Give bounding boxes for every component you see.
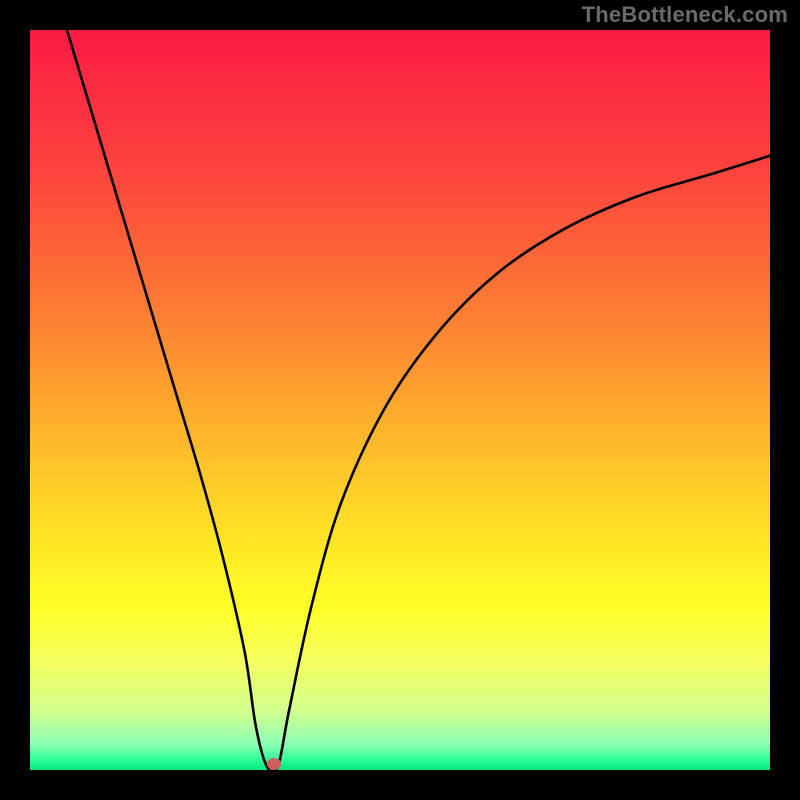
plot-area: [30, 30, 770, 770]
marker-dot: [267, 758, 281, 770]
watermark-text: TheBottleneck.com: [582, 2, 788, 28]
bottleneck-curve: [30, 30, 770, 770]
chart-frame: TheBottleneck.com: [0, 0, 800, 800]
